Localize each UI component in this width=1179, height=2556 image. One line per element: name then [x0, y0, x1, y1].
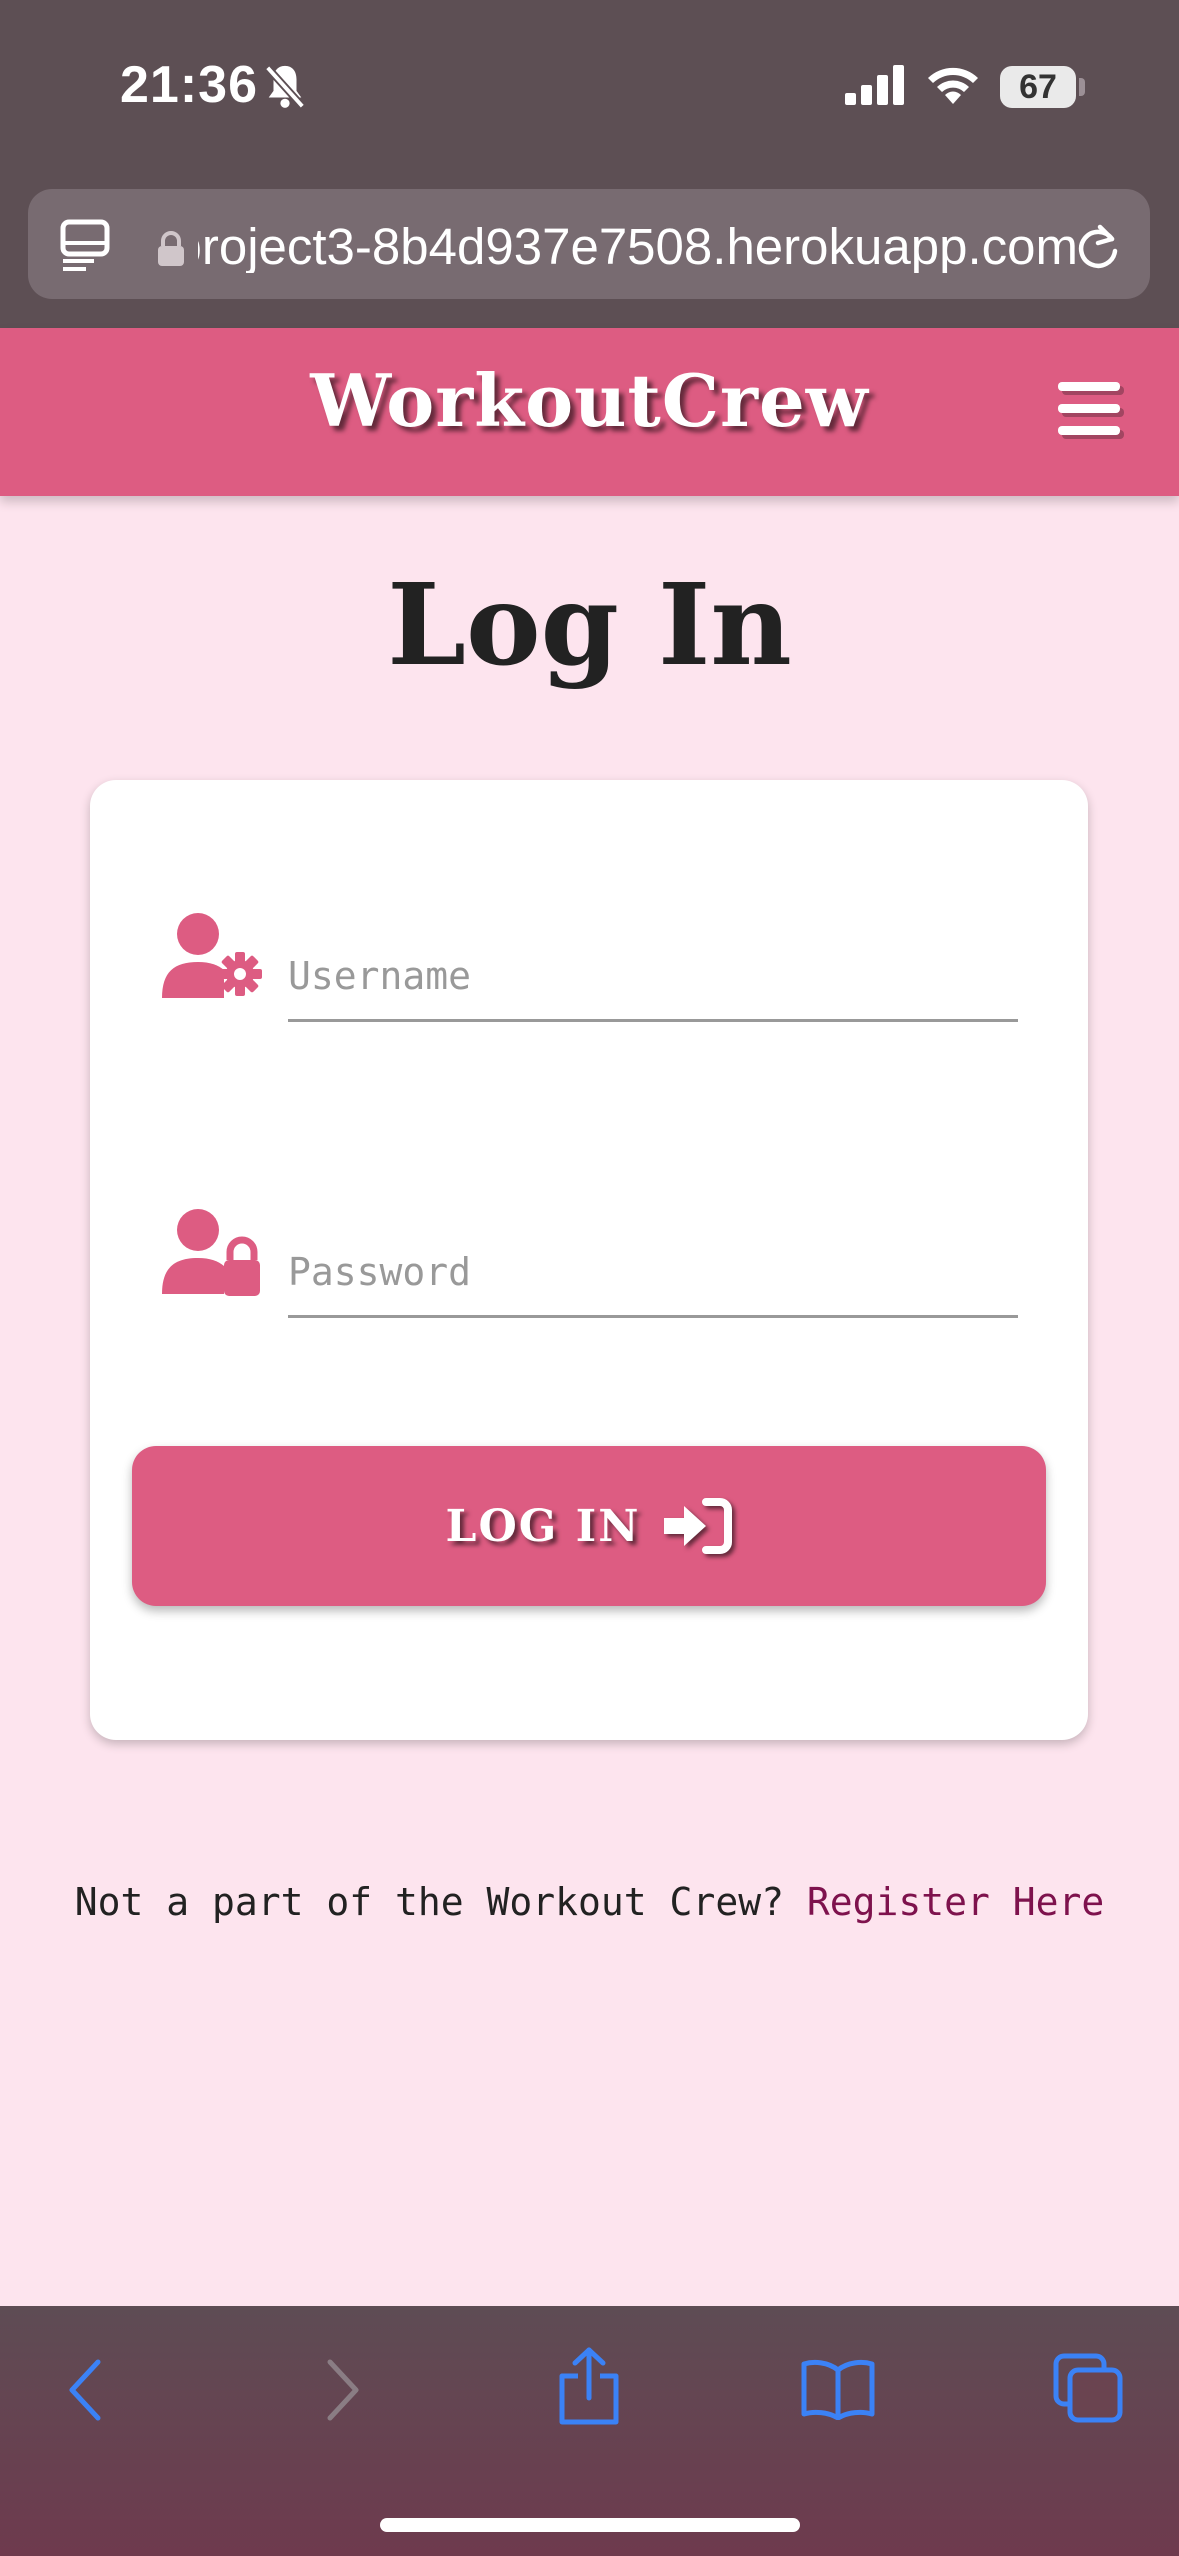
share-icon[interactable]: [556, 2346, 622, 2426]
login-button[interactable]: LOG IN: [132, 1446, 1046, 1606]
tabs-overview-icon[interactable]: [1052, 2352, 1124, 2424]
password-field[interactable]: [288, 1232, 1018, 1318]
register-prompt-text: Not a part of the Workout Crew?: [74, 1880, 784, 1924]
navbar: WorkoutCrew: [0, 328, 1179, 496]
user-gear-icon: [162, 913, 262, 998]
home-indicator: [380, 2518, 800, 2532]
url-text[interactable]: project3-8b4d937e7508.herokuapp.com: [198, 217, 1078, 273]
page-title: Log In: [387, 560, 792, 691]
register-prompt: Not a part of the Workout Crew? Register…: [0, 1880, 1179, 1924]
back-icon[interactable]: [66, 2358, 106, 2422]
hamburger-menu-icon[interactable]: [1058, 382, 1128, 442]
browser-toolbar: [0, 2306, 1179, 2556]
login-button-label: LOG IN: [445, 1500, 641, 1552]
browser-chrome: project3-8b4d937e7508.herokuapp.com: [0, 175, 1179, 328]
battery-tip: [1079, 78, 1085, 96]
status-bar: 21:36 67: [0, 0, 1179, 175]
brand-logo[interactable]: WorkoutCrew: [0, 358, 1179, 443]
lock-icon: [158, 231, 184, 266]
address-bar[interactable]: project3-8b4d937e7508.herokuapp.com: [28, 189, 1150, 299]
wifi-icon: [928, 67, 978, 104]
username-field[interactable]: [288, 936, 1018, 1022]
sign-in-icon: [664, 1498, 733, 1554]
battery-icon: 67: [1000, 66, 1076, 108]
bell-off-icon: [264, 65, 306, 109]
password-input[interactable]: [288, 1232, 1018, 1312]
forward-icon[interactable]: [322, 2358, 362, 2422]
signal-icon: [845, 65, 904, 105]
user-lock-icon: [162, 1209, 260, 1296]
reload-icon[interactable]: [1074, 221, 1122, 273]
bookmarks-icon[interactable]: [800, 2356, 876, 2420]
tabs-icon[interactable]: [60, 219, 110, 271]
username-input[interactable]: [288, 936, 1018, 1016]
register-link[interactable]: Register Here: [807, 1880, 1104, 1924]
status-time: 21:36: [120, 56, 258, 114]
